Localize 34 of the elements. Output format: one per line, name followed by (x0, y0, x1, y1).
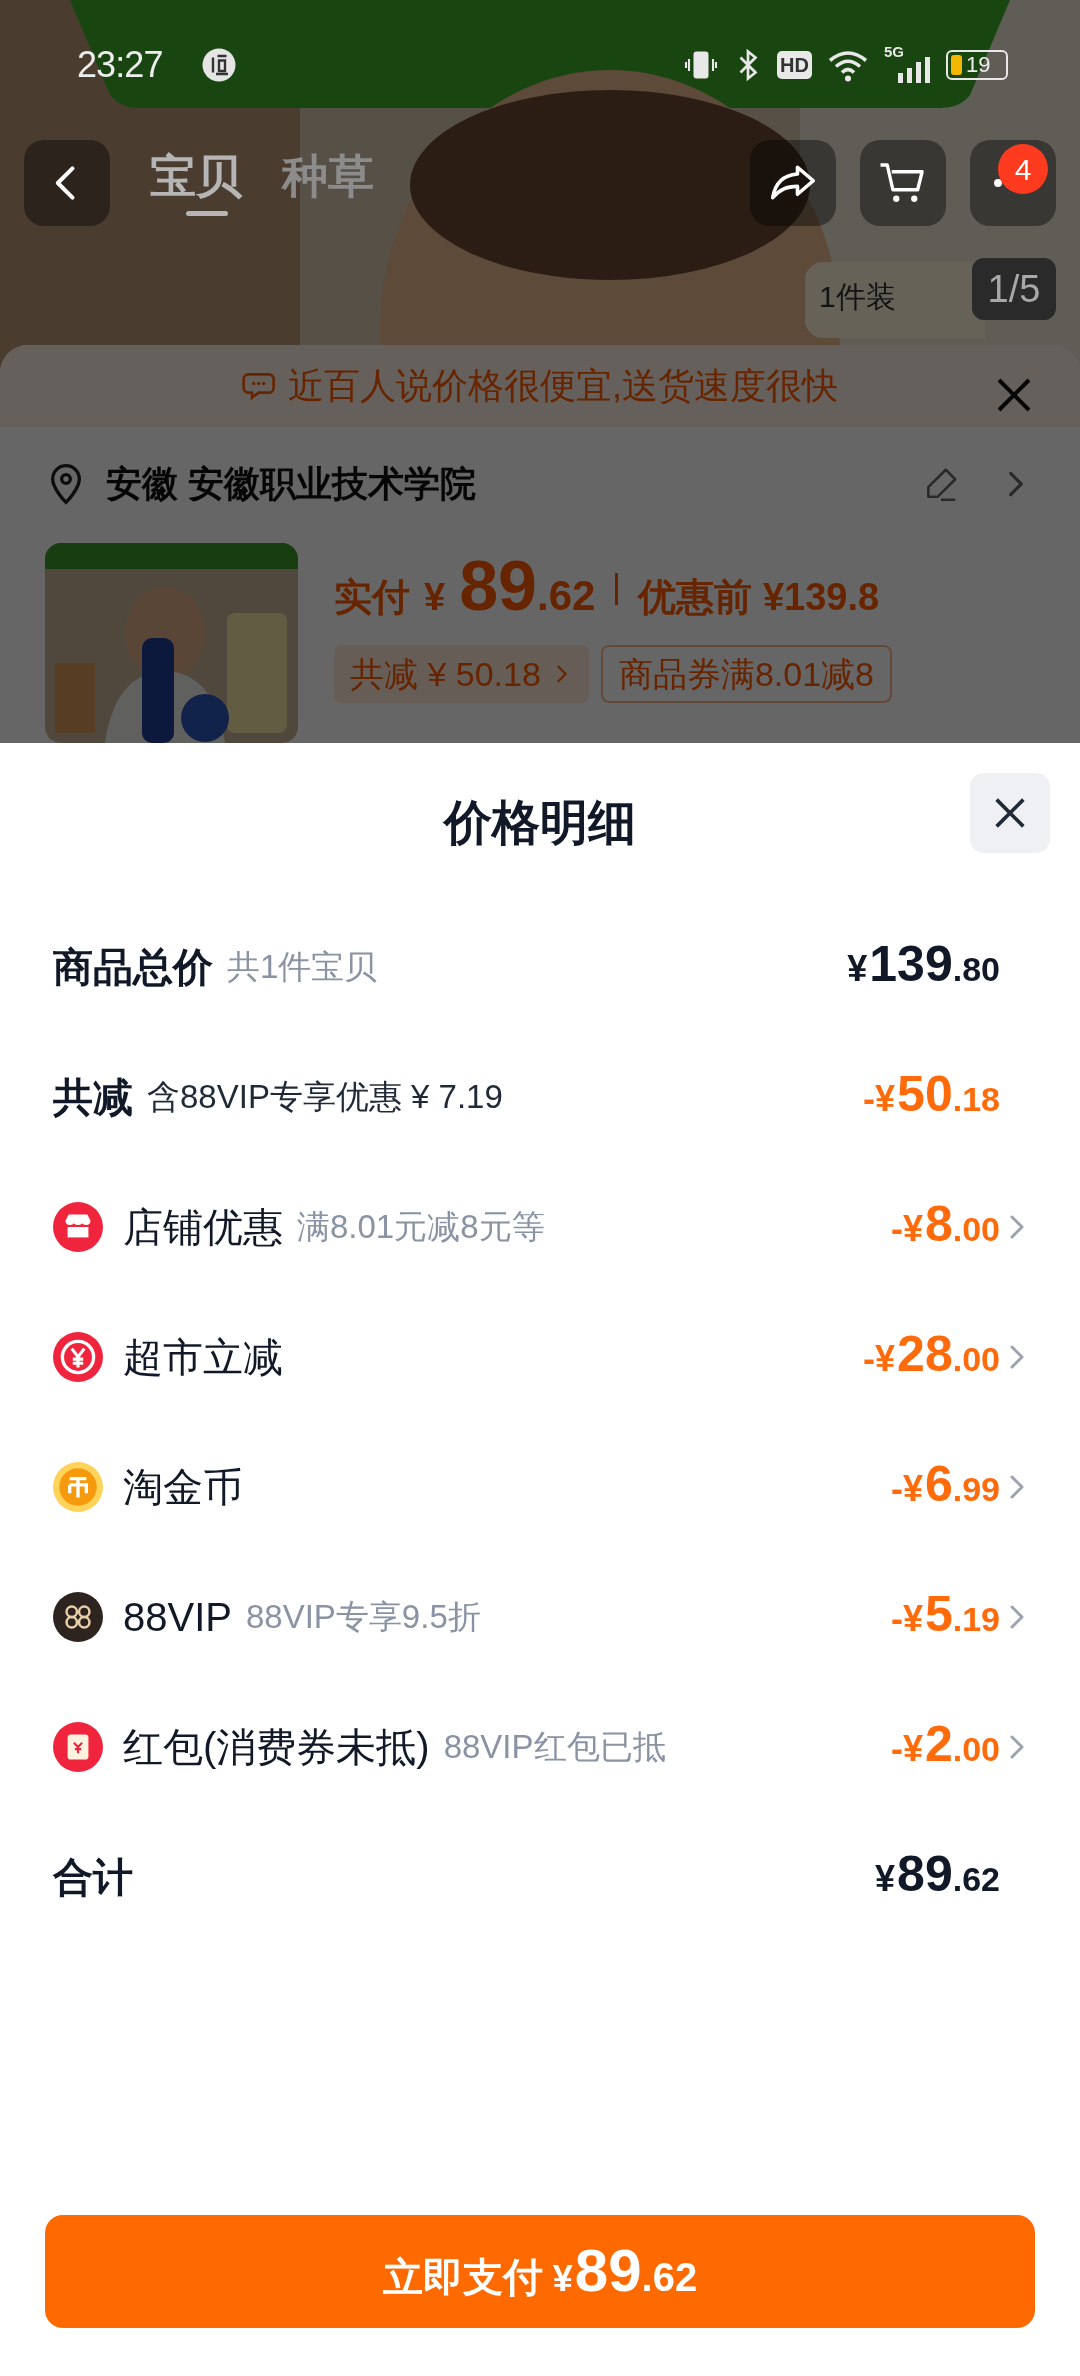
vip-icon (53, 1592, 103, 1642)
discount-row[interactable]: 店铺优惠 满8.01元减8元等 -¥8.00 (0, 1162, 1080, 1292)
pay-now-button[interactable]: 立即支付 ¥89.62 (45, 2215, 1035, 2328)
row-note: 88VIP专享9.5折 (245, 1597, 481, 1638)
row-label: 88VIP (123, 1594, 232, 1641)
row-label: 共减 (53, 1074, 133, 1121)
row-note: 满8.01元减8元等 (297, 1207, 545, 1248)
row-amount: -¥5.19 (890, 1588, 1000, 1644)
row-note: 含88VIP专享优惠 ¥ 7.19 (147, 1077, 503, 1118)
row-label: 超市立减 (123, 1334, 283, 1381)
coin-icon (53, 1332, 103, 1382)
discount-row[interactable]: 红包(消费券未抵) 88VIP红包已抵 -¥2.00 (0, 1682, 1080, 1812)
coin-icon (53, 1462, 103, 1512)
row-label: 红包(消费券未抵) (123, 1724, 430, 1771)
discount-row[interactable]: 超市立减 -¥28.00 (0, 1292, 1080, 1422)
discount-row[interactable]: 88VIP 88VIP专享9.5折 -¥5.19 (0, 1552, 1080, 1682)
row-amount: ¥139.80 (847, 938, 1000, 994)
sheet-title: 价格明细 (444, 794, 636, 851)
row-note: 88VIP红包已抵 (443, 1727, 666, 1768)
row-note: 共1件宝贝 (227, 947, 378, 988)
close-button[interactable] (970, 773, 1050, 853)
row-label: 淘金币 (123, 1464, 243, 1511)
row-label: 合计 (53, 1854, 133, 1901)
store-icon (53, 1202, 103, 1252)
row-amount: -¥8.00 (890, 1198, 1000, 1254)
row-label: 商品总价 (53, 944, 213, 991)
envelope-icon (53, 1722, 103, 1772)
row-amount: -¥6.99 (890, 1458, 1000, 1514)
row-label: 店铺优惠 (123, 1204, 283, 1251)
discount-row[interactable]: 淘金币 -¥6.99 (0, 1422, 1080, 1552)
row-amount: ¥89.62 (875, 1848, 1000, 1904)
row-amount: -¥50.18 (863, 1068, 1000, 1124)
row-amount: -¥2.00 (890, 1718, 1000, 1774)
row-amount: -¥28.00 (863, 1328, 1000, 1384)
